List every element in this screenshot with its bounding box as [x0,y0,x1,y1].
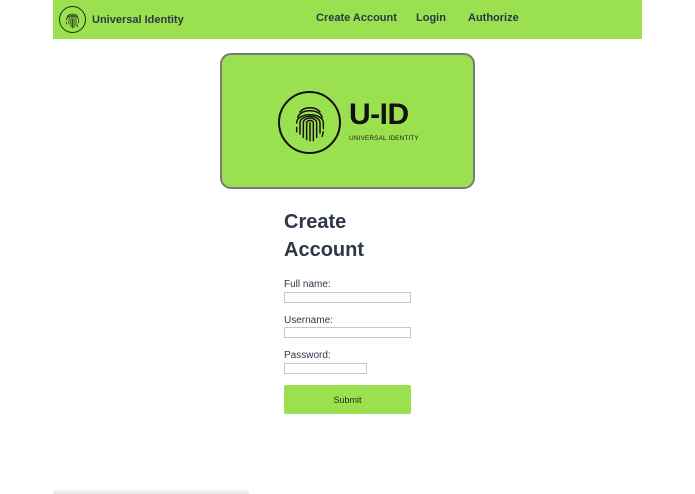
hero-title: U-ID [349,98,409,131]
page: Universal Identity Create Account Login … [0,0,695,494]
password-label: Password: [284,350,331,361]
hero-subtitle: UNIVERSAL IDENTITY [349,135,419,142]
hero-logo-card: U-ID UNIVERSAL IDENTITY [220,53,475,189]
password-input[interactable] [284,363,367,374]
nav-login[interactable]: Login [416,12,446,24]
full-name-input[interactable] [284,292,411,303]
submit-button[interactable]: Submit [284,385,411,414]
username-label: Username: [284,315,333,326]
full-name-label: Full name: [284,279,331,290]
brand-name: Universal Identity [92,13,184,26]
bottom-divider [53,490,249,494]
page-title: Create Account [284,211,364,261]
navbar: Universal Identity Create Account Login … [53,0,642,39]
fingerprint-icon [59,6,86,33]
nav-create-account[interactable]: Create Account [316,12,397,24]
nav-authorize[interactable]: Authorize [468,12,519,24]
username-input[interactable] [284,327,411,338]
fingerprint-icon [278,91,341,154]
brand-link[interactable]: Universal Identity [59,5,184,34]
